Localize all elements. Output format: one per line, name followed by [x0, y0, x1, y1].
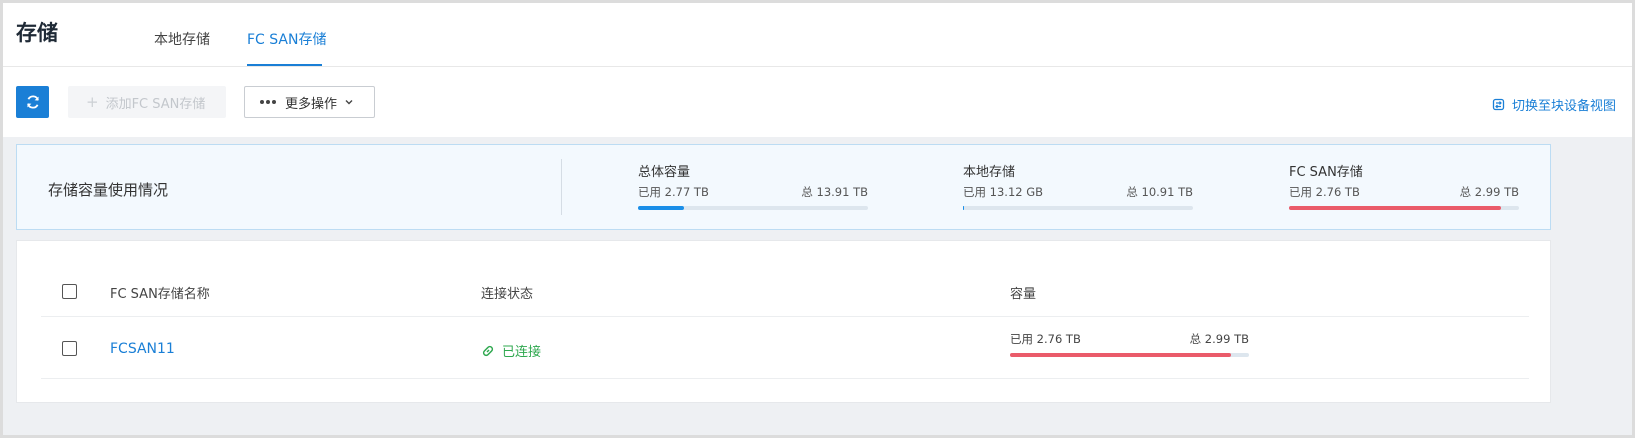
- row-capacity-bar-fill: [1010, 353, 1231, 357]
- add-fc-san-label: 添加FC SAN存储: [105, 96, 206, 112]
- metric-label: 总体容量: [638, 165, 691, 180]
- fc-san-table: FC SAN存储名称 连接状态 容量 FCSAN11 已连接 已用 2.76 T…: [16, 240, 1551, 403]
- select-all-checkbox[interactable]: [62, 284, 77, 299]
- metric-used: 已用 2.76 TB: [1289, 185, 1360, 199]
- storage-name-link[interactable]: FCSAN11: [110, 341, 175, 357]
- summary-divider: [561, 159, 562, 215]
- row-checkbox[interactable]: [62, 341, 77, 356]
- column-header-status: 连接状态: [481, 287, 534, 302]
- page-title: 存储: [16, 21, 58, 45]
- capacity-bar-fill: [1289, 206, 1502, 210]
- row-separator: [41, 378, 1529, 379]
- metric-total-capacity: 总体容量 已用 2.77 TB 总 13.91 TB: [638, 161, 868, 210]
- header-separator: [41, 316, 1529, 317]
- more-actions-label: 更多操作: [285, 96, 338, 112]
- metric-total: 总 2.99 TB: [1459, 185, 1519, 199]
- tab-local-storage[interactable]: 本地存储: [154, 29, 210, 49]
- more-actions-button[interactable]: 更多操作: [244, 86, 375, 118]
- add-fc-san-button[interactable]: + 添加FC SAN存储: [68, 86, 226, 118]
- metric-total: 总 10.91 TB: [1126, 185, 1193, 199]
- switch-view-label: 切换至块设备视图: [1511, 99, 1616, 114]
- row-capacity-bar: [1010, 353, 1249, 357]
- capacity-summary-panel: 存储容量使用情况 总体容量 已用 2.77 TB 总 13.91 TB 本地存储…: [16, 144, 1551, 230]
- capacity-bar: [1289, 206, 1519, 210]
- toolbar: + 添加FC SAN存储 更多操作 切换至块设备视图: [3, 67, 1632, 137]
- row-capacity: 已用 2.76 TB 总 2.99 TB: [1010, 331, 1249, 357]
- row-capacity-total: 总 2.99 TB: [1189, 332, 1249, 346]
- page-header: 存储 本地存储 FC SAN存储: [3, 3, 1632, 67]
- metric-label: 本地存储: [963, 165, 1016, 180]
- metric-total: 总 13.91 TB: [801, 185, 868, 199]
- link-icon: [482, 345, 494, 356]
- column-header-name: FC SAN存储名称: [110, 287, 210, 302]
- refresh-icon: [26, 95, 39, 109]
- chevron-down-icon: [345, 100, 353, 105]
- capacity-bar: [638, 206, 868, 210]
- metric-used: 已用 13.12 GB: [963, 185, 1044, 199]
- connection-status: 已连接: [481, 341, 541, 360]
- connection-status-label: 已连接: [502, 345, 542, 360]
- app-frame: 存储 本地存储 FC SAN存储 + 添加FC SAN存储 更多操作 切换至块设…: [3, 3, 1632, 435]
- capacity-bar: [963, 206, 1193, 210]
- switch-view-icon: [1492, 98, 1505, 111]
- metric-fc-san-storage: FC SAN存储 已用 2.76 TB 总 2.99 TB: [1289, 161, 1519, 210]
- capacity-summary-title: 存储容量使用情况: [48, 181, 169, 199]
- metric-local-storage: 本地存储 已用 13.12 GB 总 10.91 TB: [963, 161, 1193, 210]
- column-header-capacity: 容量: [1010, 287, 1037, 302]
- more-dots-icon: [260, 100, 276, 104]
- row-capacity-used: 已用 2.76 TB: [1010, 332, 1081, 346]
- switch-block-device-view-link[interactable]: 切换至块设备视图: [1492, 95, 1616, 114]
- metric-used: 已用 2.77 TB: [638, 185, 709, 199]
- tab-fc-san-storage[interactable]: FC SAN存储: [247, 29, 326, 49]
- capacity-bar-fill: [963, 206, 965, 210]
- plus-icon: +: [86, 93, 99, 111]
- active-tab-indicator: [247, 64, 322, 66]
- capacity-bar-fill: [638, 206, 684, 210]
- metric-label: FC SAN存储: [1289, 165, 1363, 180]
- refresh-button[interactable]: [16, 86, 49, 118]
